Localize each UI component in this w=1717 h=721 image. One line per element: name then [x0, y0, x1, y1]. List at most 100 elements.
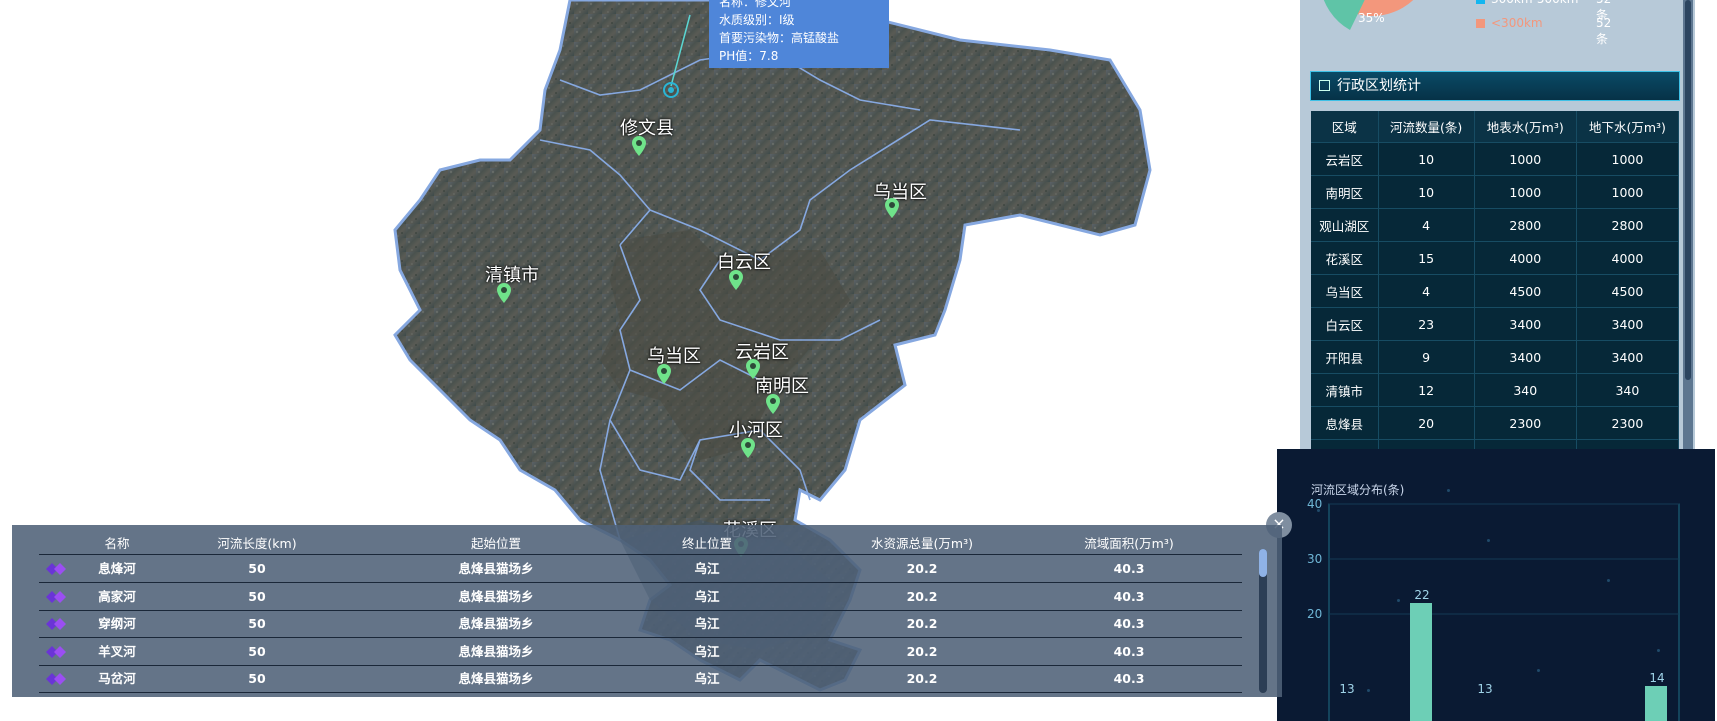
river-diamond-icon — [46, 563, 66, 575]
table-cell: 50 — [248, 643, 266, 659]
table-cell: 穿纲河 — [98, 616, 136, 631]
location-pin-icon[interactable] — [884, 198, 900, 218]
table-cell: 40.3 — [1113, 561, 1145, 576]
table-row[interactable]: 息烽河 50 息烽县猫场乡 乌江 20.2 40.3 — [39, 555, 1242, 583]
tooltip-name: 名称：修文河 — [719, 0, 792, 9]
river-distribution-bar-chart: 河流区域分布(条) 40 30 20 13 22 13 14 — [1307, 483, 1680, 721]
section-icon — [1319, 80, 1330, 91]
col-header: 区域 — [1311, 111, 1379, 143]
table-cell: 4000 — [1576, 241, 1680, 275]
table-cell: 12 — [1378, 373, 1475, 407]
table-cell: 50 — [248, 671, 266, 686]
table-cell: 50 — [248, 588, 266, 604]
table-row[interactable]: 高家河 50 息烽县猫场乡 乌江 20.2 40.3 — [39, 583, 1242, 611]
col-header-name: 名称 — [104, 536, 130, 551]
table-row[interactable]: 清镇市 12 340 340 — [1311, 373, 1680, 407]
col-header-length: 河流长度(km) — [217, 536, 297, 551]
river-diamond-icon — [46, 618, 66, 630]
table-cell: 20.2 — [906, 561, 938, 576]
table-cell: 白云区 — [1311, 307, 1379, 341]
bar-value-label: 13 — [1477, 682, 1492, 696]
map-label-nanming: 南明区 — [755, 376, 809, 397]
table-cell: 20.2 — [906, 588, 938, 604]
table-row[interactable]: 乌当区 4 4500 4500 — [1311, 274, 1680, 308]
table-cell: 4 — [1378, 208, 1475, 242]
table-cell: 20.2 — [906, 671, 938, 686]
table-row[interactable]: 开阳县 9 3400 3400 — [1311, 340, 1680, 374]
table-cell: 4000 — [1474, 241, 1577, 275]
table-row[interactable]: 羊叉河 50 息烽县猫场乡 乌江 20.2 40.3 — [39, 638, 1242, 666]
y-tick-label: 30 — [1307, 552, 1322, 566]
river-diamond-icon — [46, 590, 66, 603]
table-cell: 息烽县猫场乡 — [458, 671, 534, 686]
table-row[interactable]: 白云区 23 3400 3400 — [1311, 307, 1680, 341]
table-cell: 2800 — [1474, 208, 1577, 242]
table-row[interactable]: 观山湖区 4 2800 2800 — [1311, 208, 1680, 242]
table-cell: 息烽县猫场乡 — [458, 588, 534, 604]
col-header-area: 流域面积(万m³) — [1084, 536, 1174, 551]
admin-stats-title: 行政区划统计 — [1310, 71, 1680, 101]
table-cell: 9 — [1378, 340, 1475, 374]
table-cell: 观山湖区 — [1311, 208, 1379, 242]
map-label-xiuwen: 修文县 — [620, 118, 674, 139]
map-label-yunyan: 云岩区 — [735, 342, 789, 363]
table-cell: 乌江 — [694, 561, 720, 576]
legend-label: 300km-500km — [1491, 0, 1578, 6]
table-cell: 乌江 — [694, 671, 720, 686]
location-pin-icon[interactable] — [765, 394, 781, 414]
location-pin-icon[interactable] — [656, 364, 672, 384]
table-cell: 40.3 — [1113, 588, 1145, 604]
tooltip-pollutant: 首要污染物：高锰酸盐 — [719, 31, 840, 45]
map-label-xiaohe: 小河区 — [729, 420, 783, 441]
table-cell: 花溪区 — [1311, 241, 1379, 275]
right-panel-scrollbar[interactable] — [1683, 0, 1693, 460]
table-row[interactable]: 穿纲河 50 息烽县猫场乡 乌江 20.2 40.3 — [39, 610, 1242, 638]
table-cell: 23 — [1378, 307, 1475, 341]
table-cell: 乌江 — [694, 588, 720, 604]
location-pin-icon[interactable] — [728, 270, 744, 290]
table-cell: 20.2 — [906, 643, 938, 659]
tooltip-level: 水质级别：I级 — [719, 13, 795, 27]
table-cell: 乌江 — [694, 643, 720, 659]
river-table-scrollbar[interactable] — [1259, 549, 1267, 693]
legend-count: 52条 — [1596, 16, 1612, 46]
chart-title: 河流区域分布(条) — [1311, 483, 1404, 497]
col-header: 地下水(万m³) — [1576, 111, 1680, 143]
location-pin-icon[interactable] — [631, 136, 647, 156]
table-cell: 2800 — [1576, 208, 1680, 242]
map-label-wudang-north: 乌当区 — [873, 182, 927, 203]
table-cell: 3400 — [1576, 340, 1680, 374]
legend-label: <300km — [1491, 16, 1543, 30]
table-row[interactable]: 南明区 10 1000 1000 — [1311, 175, 1680, 209]
admin-stats-table: 区域 河流数量(条) 地表水(万m³) 地下水(万m³) 云岩区 10 1000 10… — [1311, 111, 1680, 473]
table-cell: 40.3 — [1113, 616, 1145, 631]
location-pin-icon[interactable] — [496, 283, 512, 303]
table-cell: 息烽县猫场乡 — [458, 643, 534, 659]
map-label-baiyun: 白云区 — [717, 252, 771, 273]
location-pin-icon[interactable] — [740, 438, 756, 458]
table-cell: 340 — [1474, 373, 1577, 407]
river-diamond-icon — [46, 645, 66, 658]
river-table-header: 名称 河流长度(km) 起始位置 终止位置 水资源总量(万m³) 流域面积(万m… — [12, 525, 1242, 555]
col-header-end: 终止位置 — [681, 536, 733, 551]
table-cell: 息烽县 — [1311, 406, 1379, 440]
legend-swatch — [1476, 0, 1485, 4]
table-row[interactable]: 花溪区 15 4000 4000 — [1311, 241, 1680, 275]
bar — [1645, 686, 1667, 721]
table-row[interactable]: 马岔河 50 息烽县猫场乡 乌江 20.2 40.3 — [39, 665, 1242, 693]
table-cell: 息烽河 — [98, 561, 136, 576]
river-diamond-icon — [46, 673, 66, 685]
admin-stats-title-text: 行政区划统计 — [1337, 78, 1421, 94]
map-label-qingzhen: 清镇市 — [485, 265, 539, 286]
table-cell: 乌当区 — [1311, 274, 1379, 308]
y-tick-label: 20 — [1307, 607, 1322, 621]
table-cell: 南明区 — [1311, 175, 1379, 209]
table-row[interactable]: 息烽县 20 2300 2300 — [1311, 406, 1680, 440]
tooltip-ph: PH值：7.8 — [719, 49, 779, 63]
table-cell: 2300 — [1474, 406, 1577, 440]
table-cell: 1000 — [1474, 175, 1577, 209]
table-row[interactable]: 云岩区 10 1000 1000 — [1311, 142, 1680, 176]
table-cell: 1000 — [1576, 142, 1680, 176]
table-cell: 高家河 — [98, 588, 136, 604]
river-list-panel: 名称 河流长度(km) 起始位置 终止位置 水资源总量(万m³) 流域面积(万m… — [12, 525, 1282, 697]
